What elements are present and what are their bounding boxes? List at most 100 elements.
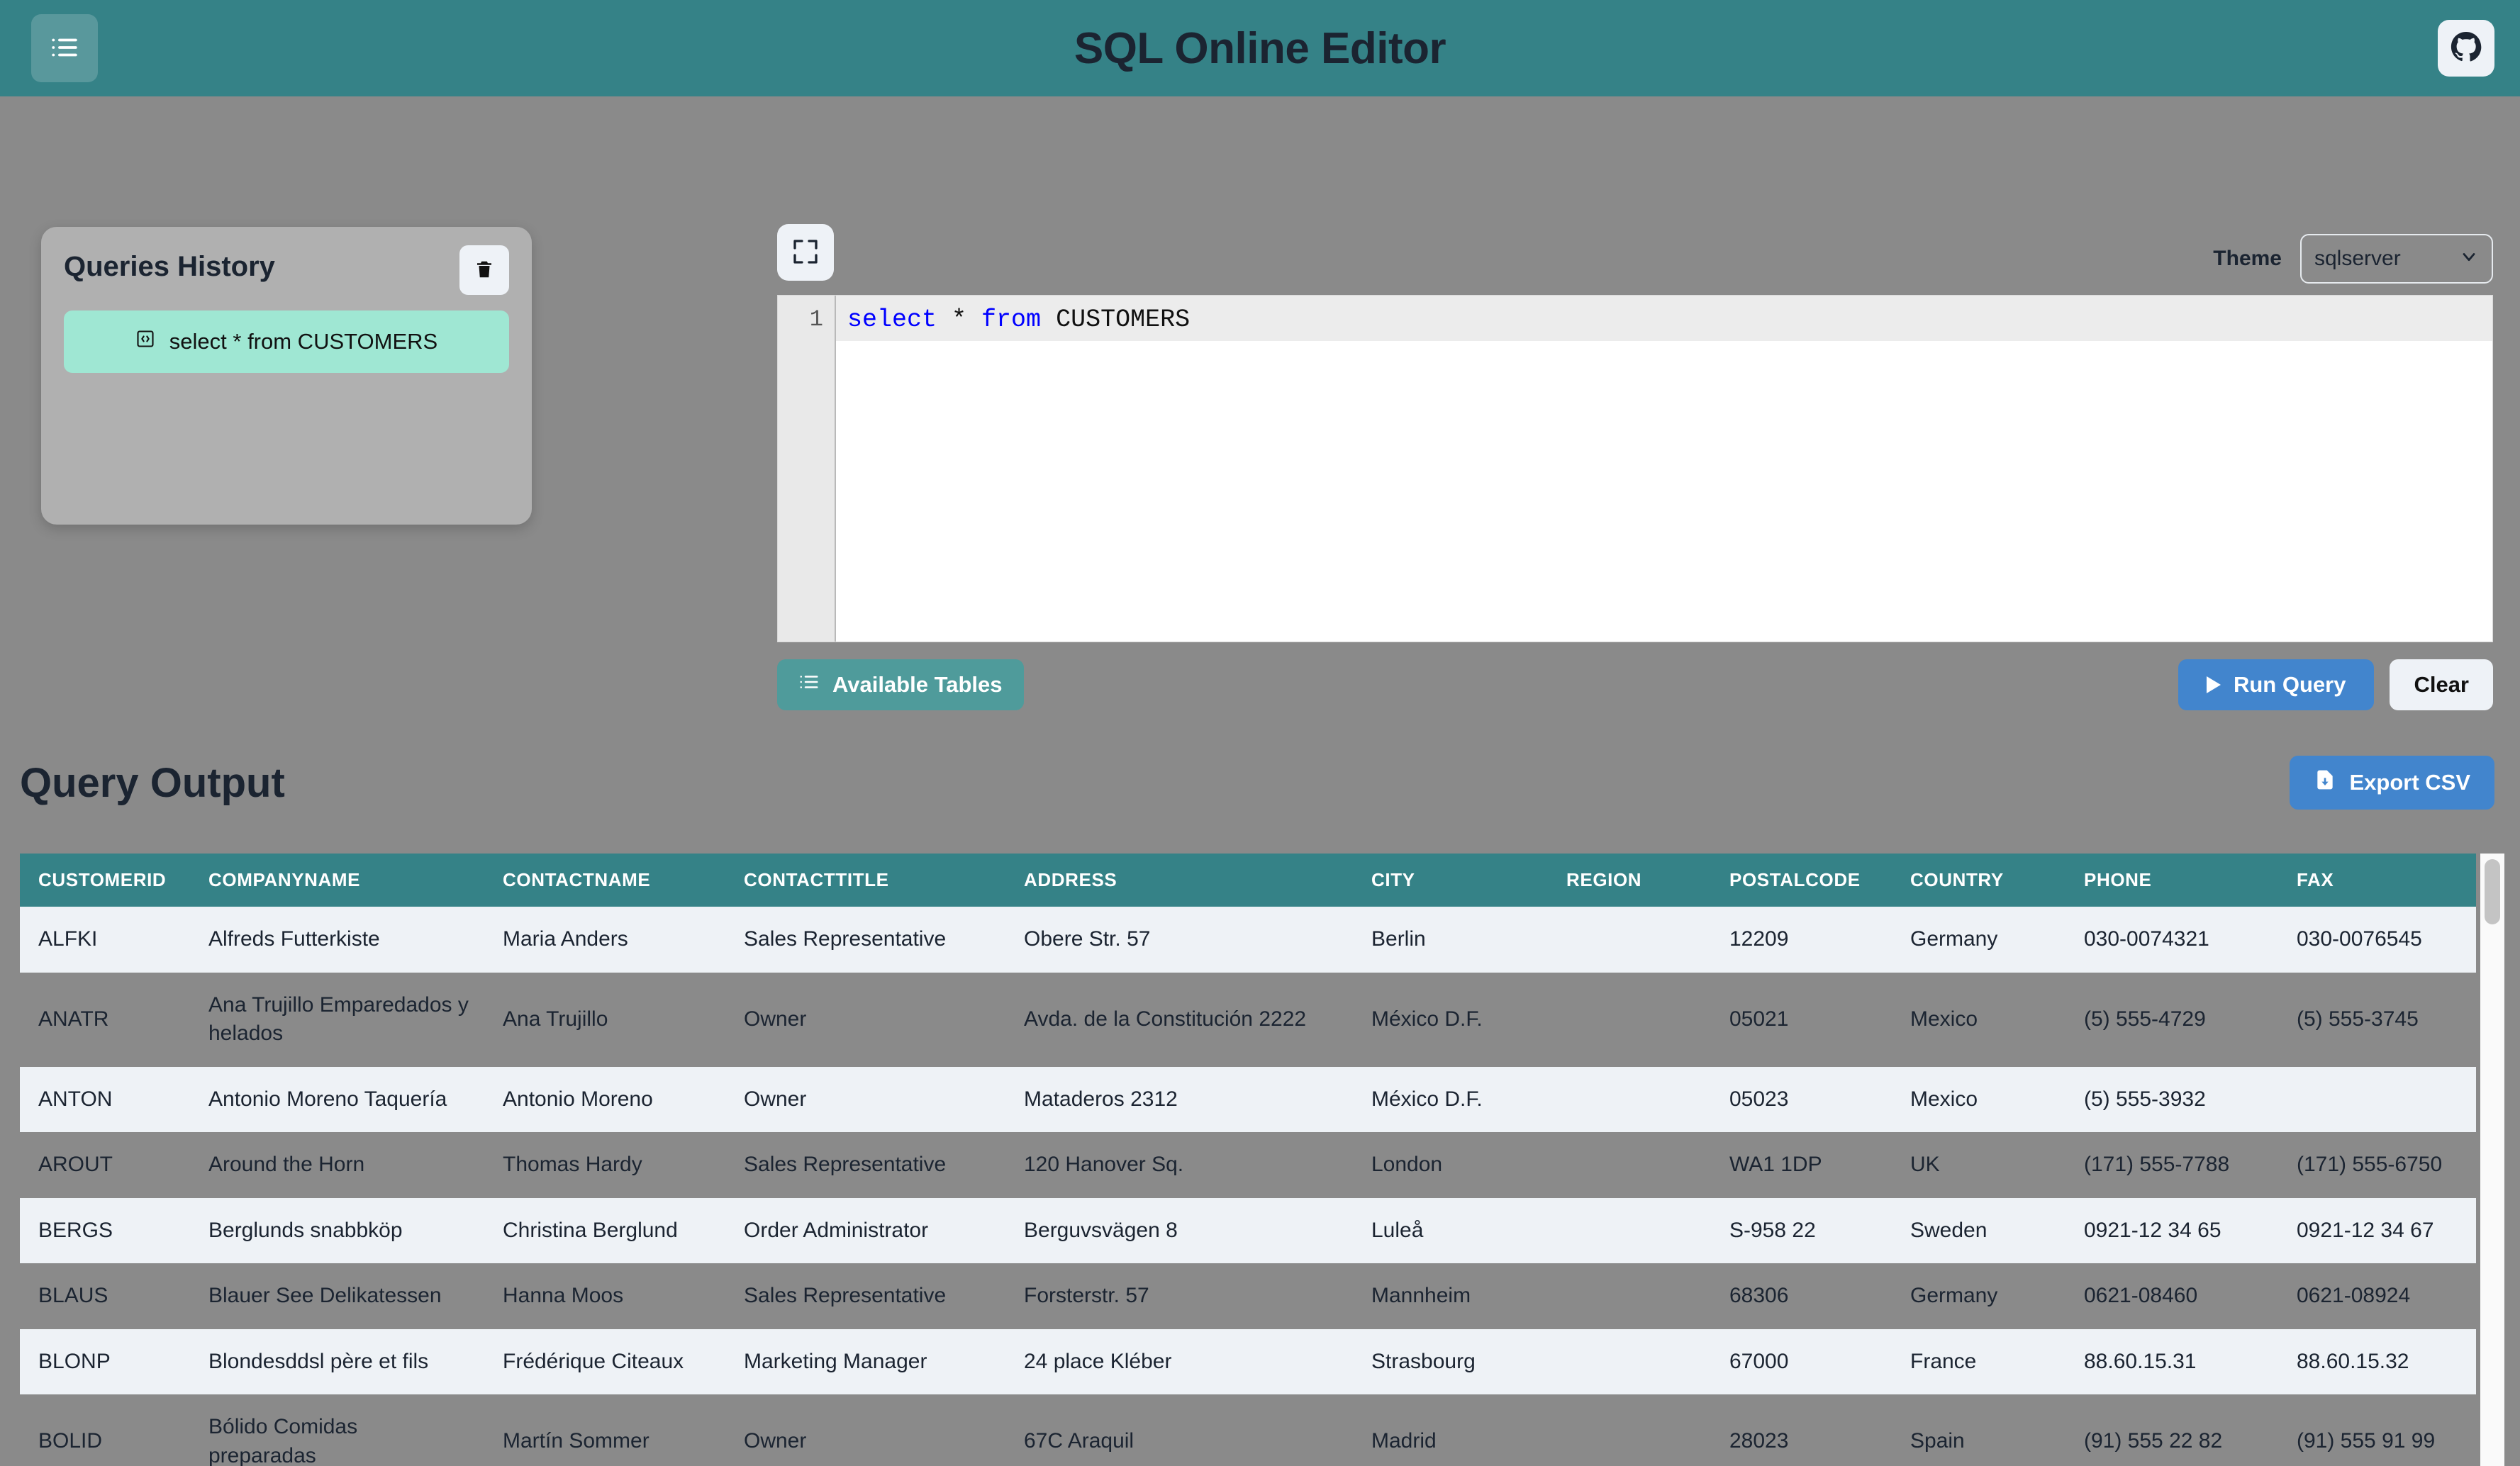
code-content-area[interactable]: select * from CUSTOMERS [836,296,2492,642]
column-header[interactable]: COMPANYNAME [190,854,484,907]
queries-history-panel: Queries History select * from CUSTOMERS [41,227,532,525]
table-row[interactable]: BOLIDBólido Comidas preparadasMartín Som… [20,1394,2476,1466]
table-row[interactable]: AROUTAround the HornThomas HardySales Re… [20,1132,2476,1198]
trash-icon [474,259,495,282]
chevron-down-icon [2459,247,2479,272]
app-header: SQL Online Editor [0,0,2520,96]
line-number-gutter: 1 [778,296,836,642]
table-cell: 05021 [1711,973,1892,1067]
table-cell: (91) 555 22 82 [2065,1394,2278,1466]
table-cell: 030-0076545 [2278,907,2476,973]
table-cell: (171) 555-6750 [2278,1132,2476,1198]
table-cell: Mexico [1892,1067,2065,1133]
list-item[interactable]: select * from CUSTOMERS [64,310,509,373]
table-cell: Martín Sommer [484,1394,725,1466]
table-cell: 05023 [1711,1067,1892,1133]
table-cell: Blondesddsl père et fils [190,1329,484,1395]
table-cell [1548,973,1711,1067]
table-cell [1548,1394,1711,1466]
table-cell: London [1353,1132,1548,1198]
table-cell: France [1892,1329,2065,1395]
theme-select[interactable]: sqlserver [2300,234,2493,284]
scrollbar-thumb[interactable] [2485,859,2500,924]
query-result-table-container[interactable]: CUSTOMERIDCOMPANYNAMECONTACTNAMECONTACTT… [20,854,2500,1466]
column-header[interactable]: FAX [2278,854,2476,907]
table-cell: 28023 [1711,1394,1892,1466]
table-cell [1548,1132,1711,1198]
clear-button[interactable]: Clear [2390,659,2493,710]
column-header[interactable]: REGION [1548,854,1711,907]
table-cell: Sales Representative [725,1132,1005,1198]
export-csv-button[interactable]: Export CSV [2290,756,2494,810]
table-row[interactable]: BERGSBerglunds snabbköpChristina Berglun… [20,1198,2476,1264]
code-brackets-icon [135,329,155,354]
table-cell: 88.60.15.31 [2065,1329,2278,1395]
table-cell: Forsterstr. 57 [1005,1263,1353,1329]
list-menu-icon [50,33,79,65]
github-icon [2450,31,2482,66]
table-cell: Blauer See Delikatessen [190,1263,484,1329]
column-header[interactable]: COUNTRY [1892,854,2065,907]
table-cell: ANTON [20,1067,190,1133]
table-cell: Germany [1892,907,2065,973]
table-cell: Bólido Comidas preparadas [190,1394,484,1466]
column-header[interactable]: CONTACTNAME [484,854,725,907]
table-cell: 67C Araquil [1005,1394,1353,1466]
table-cell: BOLID [20,1394,190,1466]
table-cell: 88.60.15.32 [2278,1329,2476,1395]
github-link-button[interactable] [2438,20,2494,77]
table-cell: 0621-08460 [2065,1263,2278,1329]
sql-keyword-from: from [981,306,1041,334]
table-row[interactable]: ANTONAntonio Moreno TaqueríaAntonio More… [20,1067,2476,1133]
column-header[interactable]: CITY [1353,854,1548,907]
code-line: select * from CUSTOMERS [836,296,2492,341]
table-cell: Thomas Hardy [484,1132,725,1198]
run-query-label: Run Query [2234,672,2346,698]
table-cell: Around the Horn [190,1132,484,1198]
menu-toggle-button[interactable] [31,14,98,82]
table-cell: Strasbourg [1353,1329,1548,1395]
table-cell: Avda. de la Constitución 2222 [1005,973,1353,1067]
table-row[interactable]: ALFKIAlfreds FutterkisteMaria AndersSale… [20,907,2476,973]
expand-fullscreen-icon [791,237,820,268]
table-cell: Owner [725,1067,1005,1133]
table-cell: Berlin [1353,907,1548,973]
theme-select-value: sqlserver [2314,247,2401,271]
table-row[interactable]: ANATRAna Trujillo Emparedados y heladosA… [20,973,2476,1067]
table-cell: S-958 22 [1711,1198,1892,1264]
queries-history-title: Queries History [64,251,275,283]
clear-history-button[interactable] [459,245,509,295]
table-cell: Marketing Manager [725,1329,1005,1395]
sql-star-token: * [937,306,981,334]
export-csv-label: Export CSV [2349,770,2470,795]
table-cell: BLAUS [20,1263,190,1329]
run-query-button[interactable]: Run Query [2178,659,2374,710]
table-cell: Mannheim [1353,1263,1548,1329]
table-cell: Berglunds snabbköp [190,1198,484,1264]
sql-code-editor[interactable]: 1 select * from CUSTOMERS [777,295,2493,642]
table-cell: Hanna Moos [484,1263,725,1329]
table-header: CUSTOMERIDCOMPANYNAMECONTACTNAMECONTACTT… [20,854,2476,907]
table-cell: 120 Hanover Sq. [1005,1132,1353,1198]
sql-editor-section: Theme sqlserver 1 select * from CUSTOMER… [777,224,2493,710]
file-download-icon [2314,768,2336,797]
column-header[interactable]: ADDRESS [1005,854,1353,907]
table-cell [1548,907,1711,973]
table-cell: ALFKI [20,907,190,973]
table-cell: Sweden [1892,1198,2065,1264]
available-tables-button[interactable]: Available Tables [777,659,1024,710]
column-header[interactable]: CUSTOMERID [20,854,190,907]
table-vertical-scrollbar[interactable] [2480,854,2504,1466]
expand-editor-button[interactable] [777,224,834,281]
table-row[interactable]: BLONPBlondesddsl père et filsFrédérique … [20,1329,2476,1395]
table-cell: 24 place Kléber [1005,1329,1353,1395]
column-header[interactable]: CONTACTTITLE [725,854,1005,907]
column-header[interactable]: PHONE [2065,854,2278,907]
run-clear-group: Run Query Clear [2178,659,2493,710]
table-cell [1548,1263,1711,1329]
table-cell: BLONP [20,1329,190,1395]
table-cell: Mataderos 2312 [1005,1067,1353,1133]
column-header[interactable]: POSTALCODE [1711,854,1892,907]
table-cell: Obere Str. 57 [1005,907,1353,973]
table-row[interactable]: BLAUSBlauer See DelikatessenHanna MoosSa… [20,1263,2476,1329]
